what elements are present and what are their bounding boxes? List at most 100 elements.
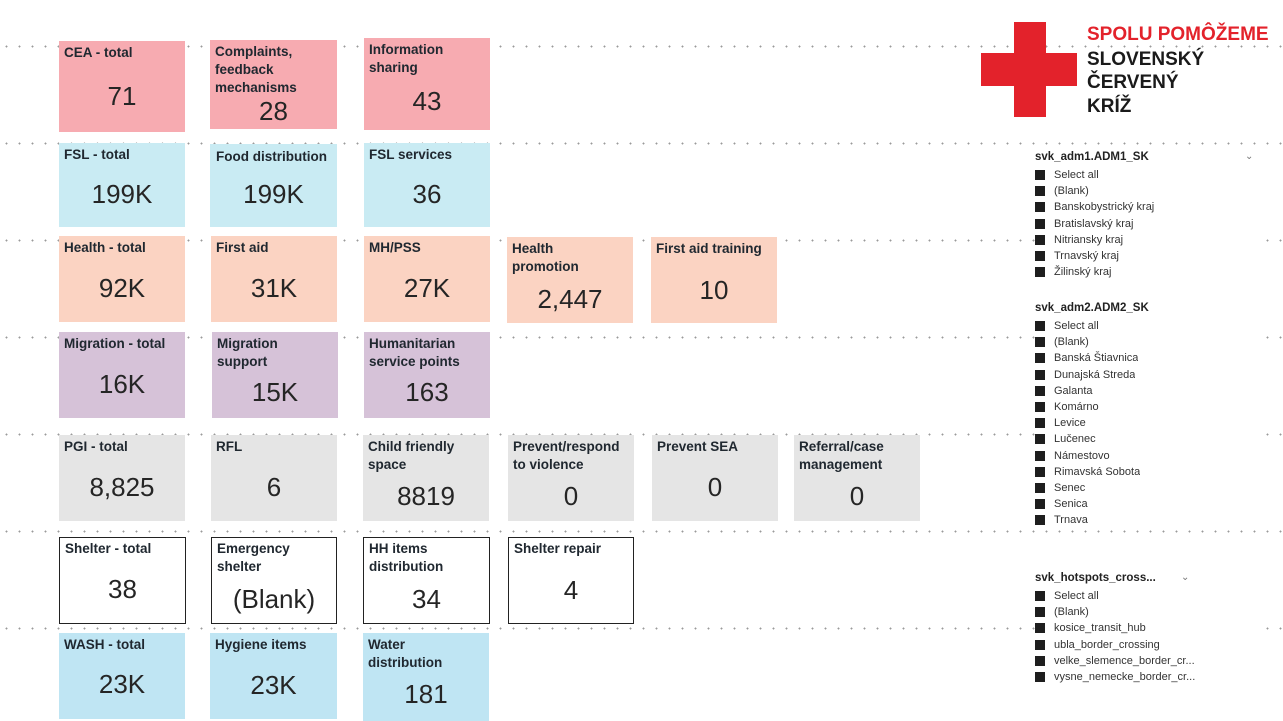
card-value: 6 xyxy=(266,472,282,502)
card-value: 71 xyxy=(107,81,137,111)
checkbox[interactable] xyxy=(1035,369,1045,380)
slicer-item-label: Námestovo xyxy=(1054,449,1110,462)
card-value: 36 xyxy=(412,179,442,209)
slicer-item-label: Lučenec xyxy=(1054,433,1096,446)
checkbox[interactable] xyxy=(1035,591,1045,602)
slicer-item-select-all[interactable]: Select all xyxy=(1035,318,1257,334)
card-migration-support: Migration support 15K xyxy=(212,332,338,418)
slicer-item-kosice-transit-hub[interactable]: kosice_transit_hub xyxy=(1035,620,1257,636)
chevron-down-icon[interactable]: ⌄ xyxy=(1245,150,1253,164)
slicer-item-label: Bratislavský kraj xyxy=(1054,217,1134,230)
card-information-sharing: Information sharing 43 xyxy=(364,38,490,130)
card-hygiene-items: Hygiene items 23K xyxy=(210,633,337,719)
card-label: WASH - total xyxy=(64,637,145,652)
card-hh-items-distribution: HH items distribution 34 xyxy=(363,537,490,624)
checkbox[interactable] xyxy=(1035,418,1045,429)
chevron-down-icon[interactable]: ⌄ xyxy=(1181,571,1189,585)
card-value: 31K xyxy=(250,273,298,303)
card-fsl-services: FSL services 36 xyxy=(364,143,490,227)
slicer-item-blank[interactable]: (Blank) xyxy=(1035,334,1257,350)
checkbox[interactable] xyxy=(1035,267,1045,278)
card-label: Water distribution xyxy=(368,637,443,670)
slicer-item-label: Levice xyxy=(1054,417,1086,430)
red-cross-logo: SPOLU POMÔŽEME SLOVENSKÝ ČERVENÝ KRÍŽ xyxy=(981,22,1281,122)
slicer-item-trnavsky[interactable]: Trnavský kraj xyxy=(1035,248,1257,264)
checkbox[interactable] xyxy=(1035,186,1045,197)
slicer-item-label: Banská Štiavnica xyxy=(1054,352,1139,365)
checkbox[interactable] xyxy=(1035,385,1045,396)
checkbox[interactable] xyxy=(1035,234,1045,245)
slicer-adm1[interactable]: svk_adm1.ADM1_SK ⌄ Select all (Blank) Ba… xyxy=(1035,150,1257,280)
slicer-adm2-header[interactable]: svk_adm2.ADM2_SK xyxy=(1035,301,1257,317)
card-first-aid: First aid 31K xyxy=(211,236,337,322)
checkbox[interactable] xyxy=(1035,402,1045,413)
checkbox[interactable] xyxy=(1035,170,1045,181)
card-value: 199K xyxy=(91,179,153,209)
slicer-item-zilinsky[interactable]: Žilinský kraj xyxy=(1035,264,1257,280)
card-label: Prevent SEA xyxy=(657,439,739,454)
slicer-item-select-all[interactable]: Select all xyxy=(1035,167,1257,183)
card-humanitarian-service-points: Humanitarian service points 163 xyxy=(364,332,490,418)
checkbox[interactable] xyxy=(1035,499,1045,510)
card-label: Health promotion xyxy=(512,241,579,274)
red-cross-icon-bar xyxy=(981,53,1077,86)
checkbox[interactable] xyxy=(1035,434,1045,445)
card-cea-total: CEA - total 71 xyxy=(59,41,185,132)
slicer-item-bratislavsky[interactable]: Bratislavský kraj xyxy=(1035,216,1257,232)
slicer-item-lucenec[interactable]: Lučenec xyxy=(1035,431,1257,447)
slicer-item-rimavska-sobota[interactable]: Rimavská Sobota xyxy=(1035,464,1257,480)
slicer-hotspots[interactable]: svk_hotspots_cross... ⌄ Select all (Blan… xyxy=(1035,571,1257,687)
checkbox[interactable] xyxy=(1035,353,1045,364)
slicer-adm2[interactable]: svk_adm2.ADM2_SK Select all (Blank) Bans… xyxy=(1035,301,1257,529)
slicer-item-label: Senec xyxy=(1054,481,1086,494)
card-prevent-respond-violence: Prevent/respond to violence 0 xyxy=(508,435,634,521)
checkbox[interactable] xyxy=(1035,321,1045,332)
checkbox[interactable] xyxy=(1035,639,1045,650)
checkbox[interactable] xyxy=(1035,251,1045,262)
slicer-item-levice[interactable]: Levice xyxy=(1035,415,1257,431)
slicer-item-vysne-nemecke[interactable]: vysne_nemecke_border_cr... xyxy=(1035,669,1257,685)
slicer-item-label: Select all xyxy=(1054,169,1099,182)
checkbox[interactable] xyxy=(1035,218,1045,229)
slicer-item-senica[interactable]: Senica xyxy=(1035,496,1257,512)
slicer-item-velke-slemence[interactable]: velke_slemence_border_cr... xyxy=(1035,653,1257,669)
checkbox[interactable] xyxy=(1035,515,1045,526)
checkbox[interactable] xyxy=(1035,337,1045,348)
checkbox[interactable] xyxy=(1035,482,1045,493)
slicer-hotspots-header[interactable]: svk_hotspots_cross... ⌄ xyxy=(1035,571,1257,587)
card-label: First aid training xyxy=(656,241,762,256)
slicer-item-dunajska-streda[interactable]: Dunajská Streda xyxy=(1035,367,1257,383)
card-prevent-sea: Prevent SEA 0 xyxy=(652,435,778,521)
slicer-item-label: Rimavská Sobota xyxy=(1054,465,1141,478)
checkbox[interactable] xyxy=(1035,672,1045,683)
slicer-item-label: ubla_border_crossing xyxy=(1054,638,1160,651)
card-value: 163 xyxy=(405,377,449,407)
card-value: 23K xyxy=(98,669,146,699)
checkbox[interactable] xyxy=(1035,623,1045,634)
slicer-item-nitriansky[interactable]: Nitriansky kraj xyxy=(1035,232,1257,248)
logo-name-line-3: KRÍŽ xyxy=(1087,96,1132,117)
card-label: Shelter repair xyxy=(514,541,602,556)
slicer-item-galanta[interactable]: Galanta xyxy=(1035,383,1257,399)
card-migration-total: Migration - total 16K xyxy=(59,332,185,418)
slicer-item-label: Galanta xyxy=(1054,384,1093,397)
card-label: MH/PSS xyxy=(369,240,421,255)
slicer-adm1-list: Select all (Blank) Banskobystrický kraj … xyxy=(1035,167,1257,280)
checkbox[interactable] xyxy=(1035,607,1045,618)
checkbox[interactable] xyxy=(1035,466,1045,477)
checkbox[interactable] xyxy=(1035,202,1045,213)
slicer-item-blank[interactable]: (Blank) xyxy=(1035,183,1257,199)
slicer-item-banska-stiavnica[interactable]: Banská Štiavnica xyxy=(1035,350,1257,366)
slicer-adm1-header[interactable]: svk_adm1.ADM1_SK ⌄ xyxy=(1035,150,1257,166)
slicer-item-label: Senica xyxy=(1054,498,1088,511)
checkbox[interactable] xyxy=(1035,655,1045,666)
slicer-item-ubla-border-crossing[interactable]: ubla_border_crossing xyxy=(1035,637,1257,653)
slicer-item-namestovo[interactable]: Námestovo xyxy=(1035,448,1257,464)
checkbox[interactable] xyxy=(1035,450,1045,461)
slicer-item-blank[interactable]: (Blank) xyxy=(1035,604,1257,620)
slicer-item-banskobystricky[interactable]: Banskobystrický kraj xyxy=(1035,199,1257,215)
slicer-item-komarno[interactable]: Komárno xyxy=(1035,399,1257,415)
slicer-item-select-all[interactable]: Select all xyxy=(1035,588,1257,604)
slicer-item-senec[interactable]: Senec xyxy=(1035,480,1257,496)
slicer-item-trnava[interactable]: Trnava xyxy=(1035,512,1257,528)
